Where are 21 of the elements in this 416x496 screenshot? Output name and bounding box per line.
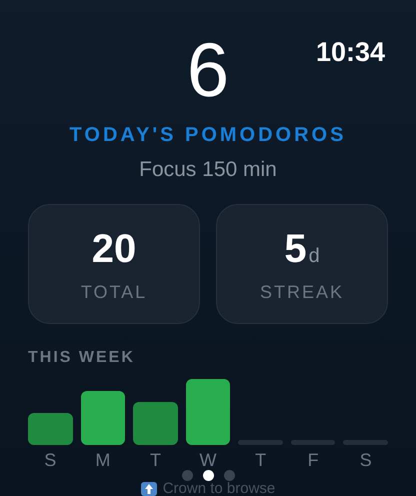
stat-unit: d xyxy=(308,246,320,266)
day-label: T xyxy=(255,451,266,469)
stat-label: TOTAL xyxy=(80,283,148,301)
stat-value: 20 xyxy=(92,229,136,269)
day-label: F xyxy=(308,451,319,469)
day-label: S xyxy=(360,451,372,469)
today-title: TODAY'S POMODOROS xyxy=(70,125,346,145)
day-label: S xyxy=(44,451,56,469)
empty-day-bar xyxy=(238,440,283,445)
empty-day-bar xyxy=(290,440,336,445)
stat-label: STREAK xyxy=(260,283,344,301)
pomodoro-count: 6 xyxy=(186,33,230,109)
day-label: T xyxy=(150,451,161,469)
stat-value: 5 xyxy=(284,229,307,269)
week-title: THIS WEEK xyxy=(28,350,136,366)
browse-hint: Crown to browse xyxy=(162,481,276,496)
clock-time: 10:34 xyxy=(316,36,385,68)
focus-subtitle: Focus 150 min xyxy=(139,159,277,180)
empty-day-bar xyxy=(343,440,388,445)
day-label: W xyxy=(200,451,217,469)
day-label: M xyxy=(95,451,110,469)
